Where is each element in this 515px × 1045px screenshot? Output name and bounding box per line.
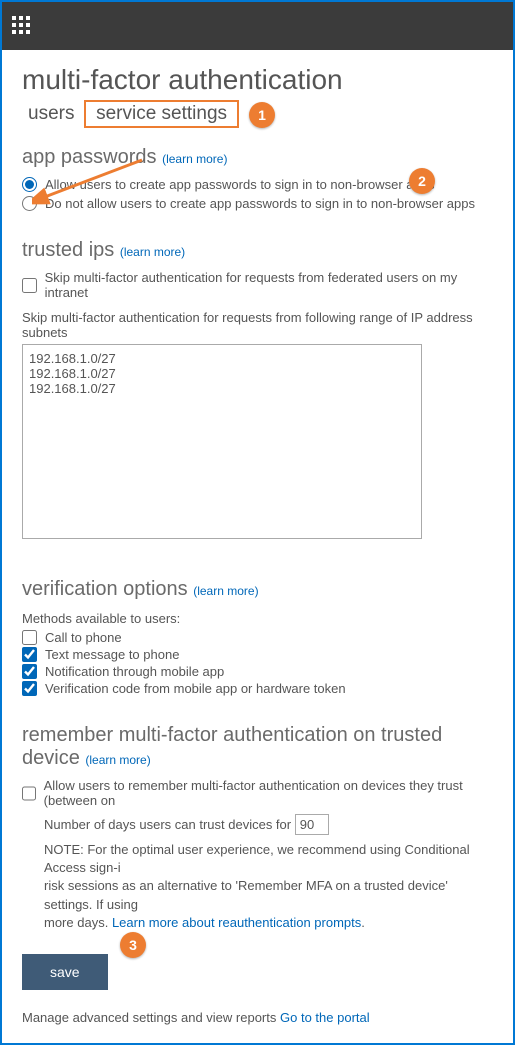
- checkbox-verification-code[interactable]: Verification code from mobile app or har…: [22, 681, 493, 696]
- remember-details: Number of days users can trust devices f…: [44, 814, 493, 932]
- go-to-portal-link[interactable]: Go to the portal: [280, 1010, 370, 1025]
- section-remember: remember multi-factor authentication on …: [22, 724, 493, 770]
- checkbox-call-label: Call to phone: [45, 630, 122, 645]
- ip-subnets-textarea[interactable]: [22, 344, 422, 539]
- checkbox-call-to-phone[interactable]: Call to phone: [22, 630, 493, 645]
- radio-disallow-app-passwords[interactable]: Do not allow users to create app passwor…: [22, 196, 493, 211]
- page-title: multi-factor authentication: [22, 64, 493, 96]
- learn-more-trusted-ips[interactable]: (learn more): [120, 245, 185, 259]
- learn-reauth-link[interactable]: Learn more about reauthentication prompt…: [112, 915, 361, 930]
- heading-verification: verification options: [22, 578, 188, 600]
- checkbox-notification-input[interactable]: [22, 664, 37, 679]
- callout-3: 3: [120, 932, 146, 958]
- days-label: Number of days users can trust devices f…: [44, 817, 291, 832]
- skip-range-label: Skip multi-factor authentication for req…: [22, 310, 493, 340]
- top-bar: [2, 2, 513, 50]
- checkbox-skip-federated-input[interactable]: [22, 278, 37, 293]
- checkbox-text-label: Text message to phone: [45, 647, 179, 662]
- section-app-passwords: app passwords (learn more): [22, 146, 493, 169]
- save-button[interactable]: save: [22, 954, 108, 990]
- days-row: Number of days users can trust devices f…: [44, 814, 493, 835]
- learn-more-verification[interactable]: (learn more): [193, 584, 258, 598]
- note-line1: NOTE: For the optimal user experience, w…: [44, 842, 470, 875]
- note-line3: more days.: [44, 915, 108, 930]
- callout-1: 1: [249, 102, 275, 128]
- checkbox-notification-label: Notification through mobile app: [45, 664, 224, 679]
- checkbox-text-input[interactable]: [22, 647, 37, 662]
- radio-allow-label: Allow users to create app passwords to s…: [45, 177, 434, 192]
- checkbox-code-input[interactable]: [22, 681, 37, 696]
- heading-app-passwords: app passwords: [22, 146, 157, 168]
- content-area: multi-factor authentication users servic…: [2, 50, 513, 1043]
- checkbox-notification-app[interactable]: Notification through mobile app: [22, 664, 493, 679]
- checkbox-skip-federated-label: Skip multi-factor authentication for req…: [45, 270, 493, 300]
- tab-users[interactable]: users: [22, 101, 80, 127]
- checkbox-text-to-phone[interactable]: Text message to phone: [22, 647, 493, 662]
- learn-more-remember[interactable]: (learn more): [85, 753, 150, 767]
- tab-service-settings[interactable]: service settings: [84, 100, 239, 128]
- method-list: Call to phone Text message to phone Noti…: [22, 630, 493, 696]
- checkbox-call-input[interactable]: [22, 630, 37, 645]
- callout-2: 2: [409, 168, 435, 194]
- remember-note: NOTE: For the optimal user experience, w…: [44, 841, 493, 932]
- footer-text: Manage advanced settings and view report…: [22, 1010, 276, 1025]
- learn-more-app-passwords[interactable]: (learn more): [162, 152, 227, 166]
- app-launcher-icon[interactable]: [12, 16, 32, 36]
- section-trusted-ips: trusted ips (learn more): [22, 239, 493, 262]
- radio-disallow-input[interactable]: [22, 196, 37, 211]
- radio-allow-input[interactable]: [22, 177, 37, 192]
- heading-trusted-ips: trusted ips: [22, 239, 114, 261]
- checkbox-remember-label: Allow users to remember multi-factor aut…: [44, 778, 493, 808]
- checkbox-remember-input[interactable]: [22, 786, 36, 801]
- days-input[interactable]: [295, 814, 329, 835]
- checkbox-code-label: Verification code from mobile app or har…: [45, 681, 346, 696]
- footer-line: Manage advanced settings and view report…: [22, 1010, 493, 1025]
- checkbox-skip-federated[interactable]: Skip multi-factor authentication for req…: [22, 270, 493, 300]
- radio-disallow-label: Do not allow users to create app passwor…: [45, 196, 475, 211]
- methods-available-label: Methods available to users:: [22, 611, 493, 626]
- section-verification: verification options (learn more): [22, 578, 493, 601]
- note-line2: risk sessions as an alternative to 'Reme…: [44, 878, 448, 911]
- checkbox-remember-mfa[interactable]: Allow users to remember multi-factor aut…: [22, 778, 493, 808]
